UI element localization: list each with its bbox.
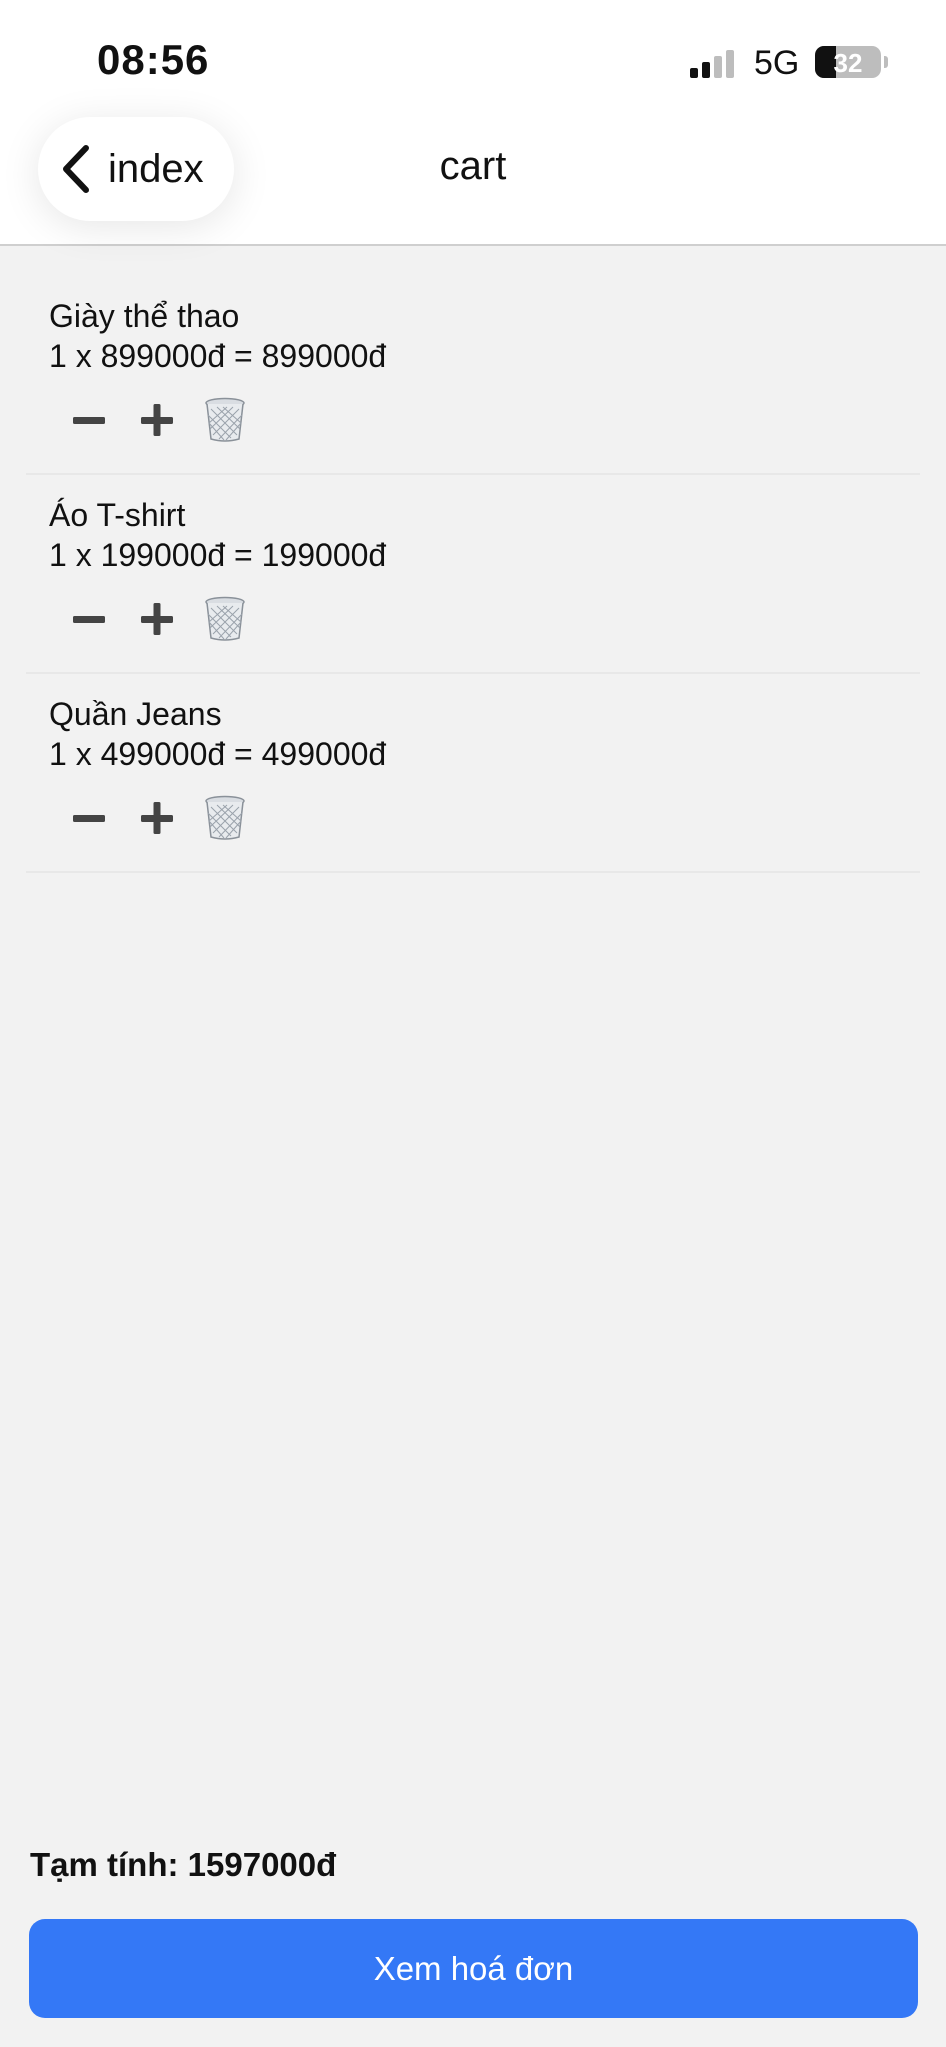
- minus-icon: [73, 815, 105, 822]
- decrease-quantity-button[interactable]: [63, 593, 115, 645]
- status-time: 08:56: [97, 36, 210, 83]
- network-type: 5G: [754, 44, 800, 82]
- cart-list: Giày thể thao 1 x 899000đ = 899000đ Áo T…: [26, 276, 920, 873]
- item-price-line: 1 x 899000đ = 899000đ: [49, 338, 387, 374]
- increase-quantity-button[interactable]: [131, 792, 183, 844]
- trash-icon: [205, 795, 245, 840]
- plus-icon: [141, 603, 173, 635]
- minus-icon: [73, 616, 105, 623]
- item-controls: [49, 593, 920, 645]
- decrease-quantity-button[interactable]: [63, 394, 115, 446]
- item-name: Áo T-shirt: [49, 497, 186, 533]
- remove-item-button[interactable]: [199, 394, 251, 446]
- decrease-quantity-button[interactable]: [63, 792, 115, 844]
- remove-item-button[interactable]: [199, 593, 251, 645]
- plus-icon: [141, 802, 173, 834]
- cart-item: Quần Jeans 1 x 499000đ = 499000đ: [26, 674, 920, 873]
- cart-item: Giày thể thao 1 x 899000đ = 899000đ: [26, 276, 920, 475]
- item-controls: [49, 792, 920, 844]
- header: 08:56 5G 32 index cart: [0, 0, 946, 246]
- item-name: Quần Jeans: [49, 696, 222, 732]
- battery-percent: 32: [833, 48, 863, 78]
- increase-quantity-button[interactable]: [131, 593, 183, 645]
- minus-icon: [73, 417, 105, 424]
- plus-icon: [141, 404, 173, 436]
- item-controls: [49, 394, 920, 446]
- cart-item: Áo T-shirt 1 x 199000đ = 199000đ: [26, 475, 920, 674]
- signal-icon: [690, 48, 738, 78]
- increase-quantity-button[interactable]: [131, 394, 183, 446]
- status-bar: 08:56 5G 32: [0, 0, 946, 110]
- remove-item-button[interactable]: [199, 792, 251, 844]
- page-title: cart: [439, 144, 507, 188]
- item-name: Giày thể thao: [49, 298, 240, 334]
- subtotal-label: Tạm tính: 1597000đ: [30, 1846, 337, 1883]
- view-invoice-button[interactable]: Xem hoá đơn: [29, 1919, 918, 2018]
- trash-icon: [205, 397, 245, 442]
- battery-icon: 32: [815, 46, 881, 78]
- trash-icon: [205, 596, 245, 641]
- battery-tip: [884, 56, 888, 68]
- item-price-line: 1 x 199000đ = 199000đ: [49, 537, 387, 573]
- item-price-line: 1 x 499000đ = 499000đ: [49, 736, 387, 772]
